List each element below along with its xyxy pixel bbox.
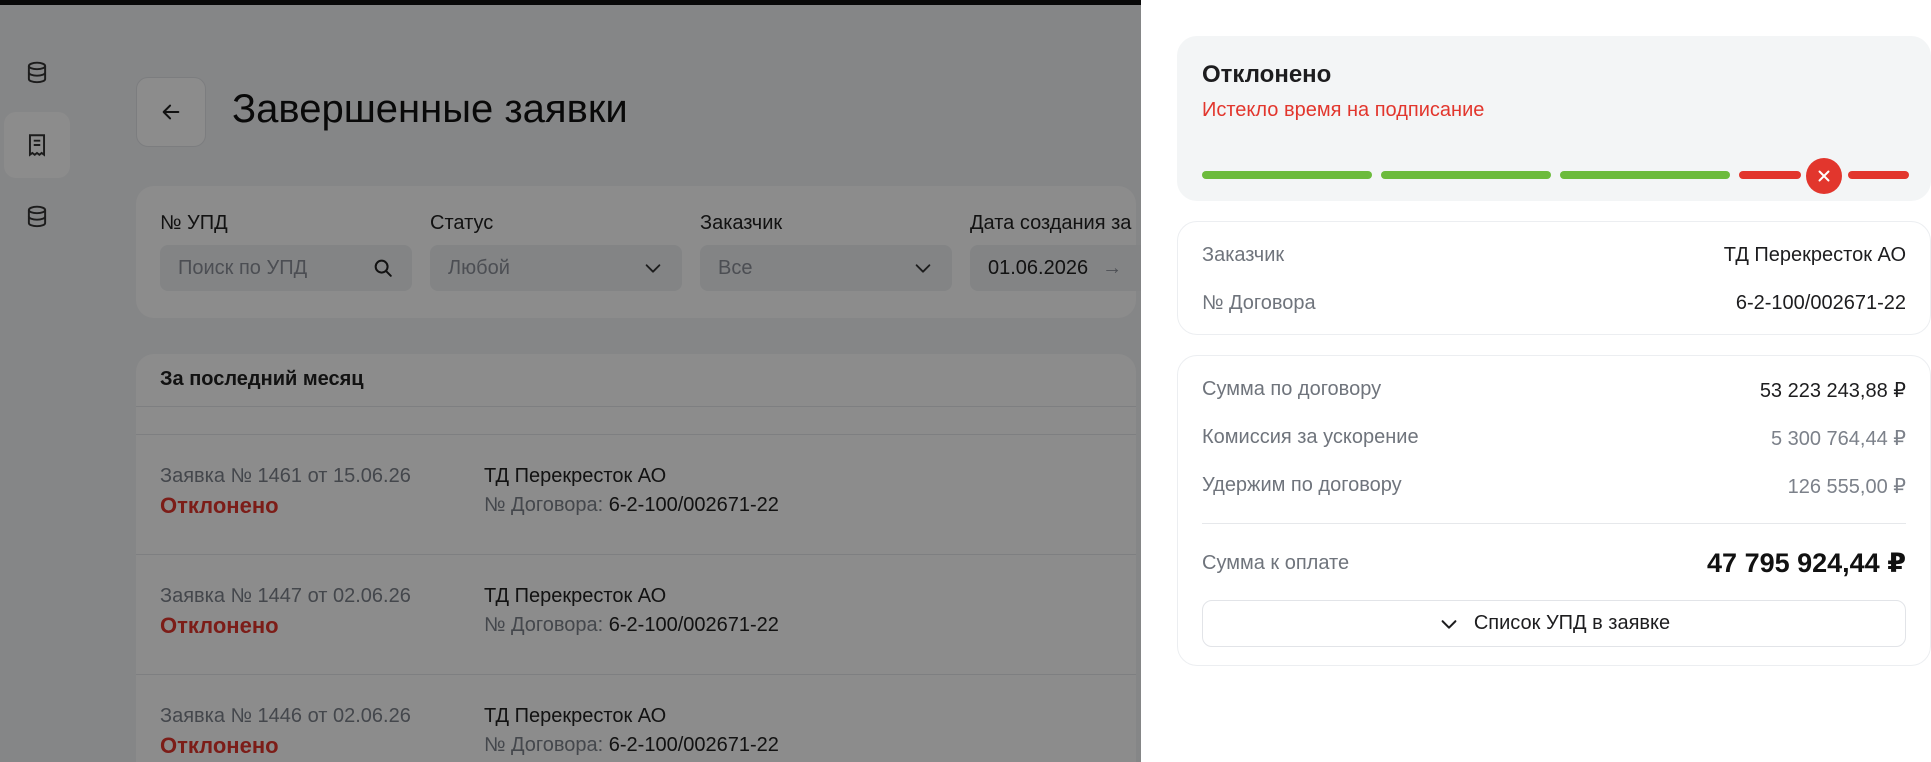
contract-sum-row: Сумма по договору 53 223 243,88 ₽ — [1202, 378, 1906, 403]
contract-label: № Договора — [1202, 292, 1316, 314]
application-details-panel: Отклонено Истекло время на подписание За… — [1141, 0, 1931, 762]
progress-step-done — [1202, 171, 1372, 179]
modal-overlay[interactable] — [0, 0, 1141, 762]
client-label: Заказчик — [1202, 244, 1285, 266]
status-card: Отклонено Истекло время на подписание — [1177, 36, 1931, 201]
contract-value: 6-2-100/002671-22 — [1735, 292, 1906, 314]
progress-step-done — [1560, 171, 1730, 179]
upd-list-toggle-button[interactable]: Список УПД в заявке — [1202, 600, 1906, 647]
total-label: Сумма к оплате — [1202, 552, 1350, 574]
contract-sum-value: 53 223 243,88 ₽ — [1759, 380, 1906, 402]
total-value: 47 795 924,44 ₽ — [1707, 548, 1906, 578]
contract-row: № Договора 6-2-100/002671-22 — [1202, 292, 1906, 315]
progress-step-done — [1381, 171, 1551, 179]
sums-divider — [1202, 523, 1906, 524]
close-circle-icon — [1806, 158, 1842, 194]
client-value: ТД Перекресток АО — [1723, 244, 1906, 266]
contract-info-card: Заказчик ТД Перекресток АО № Договора 6-… — [1177, 221, 1931, 335]
progress-step-failed — [1739, 171, 1801, 179]
client-row: Заказчик ТД Перекресток АО — [1202, 244, 1906, 267]
status-title: Отклонено — [1202, 61, 1332, 88]
withhold-value: 126 555,00 ₽ — [1787, 476, 1906, 498]
close-icon — [1818, 170, 1830, 182]
contract-sum-label: Сумма по договору — [1202, 378, 1382, 400]
status-reason: Истекло время на подписание — [1202, 99, 1485, 121]
total-row: Сумма к оплате 47 795 924,44 ₽ — [1202, 548, 1906, 579]
status-progress — [1202, 158, 1909, 194]
progress-step-failed — [1848, 171, 1909, 179]
sums-card: Сумма по договору 53 223 243,88 ₽ Комисс… — [1177, 355, 1931, 666]
commission-value: 5 300 764,44 ₽ — [1770, 428, 1906, 450]
upd-list-toggle-label: Список УПД в заявке — [1473, 612, 1671, 634]
commission-row: Комиссия за ускорение 5 300 764,44 ₽ — [1202, 426, 1906, 451]
commission-label: Комиссия за ускорение — [1202, 426, 1419, 448]
withhold-row: Удержим по договору 126 555,00 ₽ — [1202, 474, 1906, 499]
withhold-label: Удержим по договору — [1202, 474, 1402, 496]
chevron-down-icon — [1441, 619, 1457, 629]
